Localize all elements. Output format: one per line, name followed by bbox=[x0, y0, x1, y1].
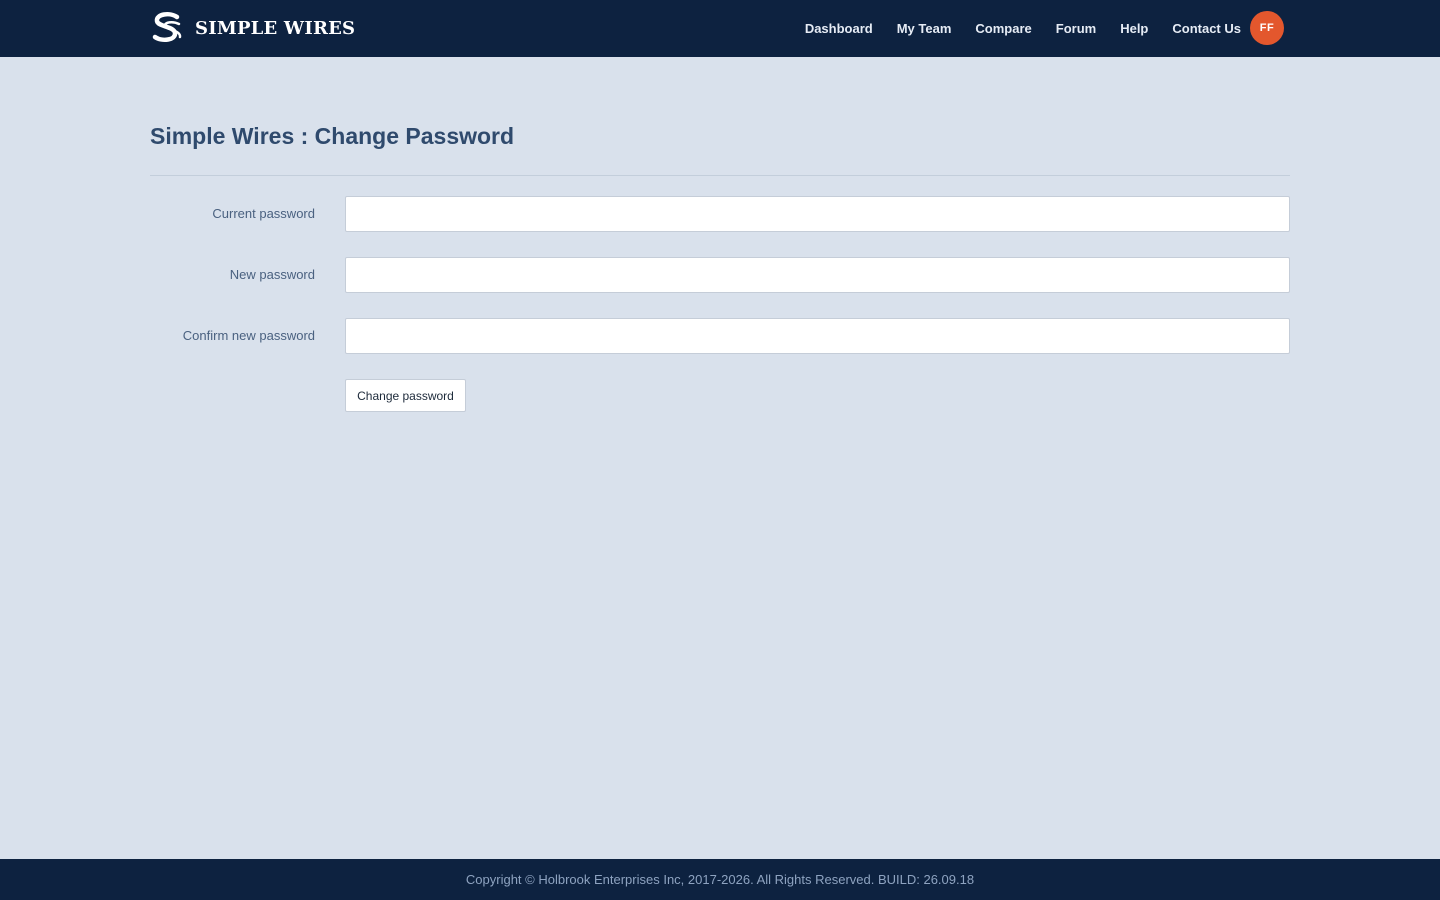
nav-contact-us[interactable]: Contact Us bbox=[1172, 21, 1241, 36]
change-password-button[interactable]: Change password bbox=[345, 379, 466, 412]
top-navbar: SIMPLE WIRES Dashboard My Team Compare F… bbox=[0, 0, 1440, 57]
nav-forum[interactable]: Forum bbox=[1056, 21, 1096, 36]
page-title: Simple Wires : Change Password bbox=[150, 123, 515, 149]
nav-my-team[interactable]: My Team bbox=[897, 21, 952, 36]
new-password-input[interactable] bbox=[345, 257, 1290, 293]
current-password-input[interactable] bbox=[345, 196, 1290, 232]
simple-wires-logo-icon bbox=[152, 11, 182, 43]
nav-help[interactable]: Help bbox=[1120, 21, 1148, 36]
brand-link[interactable]: SIMPLE WIRES bbox=[150, 11, 355, 45]
brand-name: SIMPLE WIRES bbox=[195, 17, 356, 39]
title-divider bbox=[150, 175, 1290, 176]
form-row-current-password: Current password bbox=[150, 196, 1290, 232]
user-avatar[interactable]: FF bbox=[1250, 11, 1284, 45]
page-footer: Copyright © Holbrook Enterprises Inc, 20… bbox=[0, 859, 1440, 900]
footer-copyright: Copyright © Holbrook Enterprises Inc, 20… bbox=[465, 872, 975, 887]
confirm-password-label: Confirm new password bbox=[182, 328, 315, 343]
nav-dashboard[interactable]: Dashboard bbox=[805, 21, 873, 36]
confirm-password-input[interactable] bbox=[345, 318, 1290, 354]
current-password-label: Current password bbox=[212, 206, 315, 221]
form-row-confirm-password: Confirm new password bbox=[150, 318, 1290, 354]
main-nav: Dashboard My Team Compare Forum Help Con… bbox=[781, 11, 1284, 45]
new-password-label: New password bbox=[229, 267, 315, 282]
nav-compare[interactable]: Compare bbox=[975, 21, 1031, 36]
form-row-new-password: New password bbox=[150, 257, 1290, 293]
